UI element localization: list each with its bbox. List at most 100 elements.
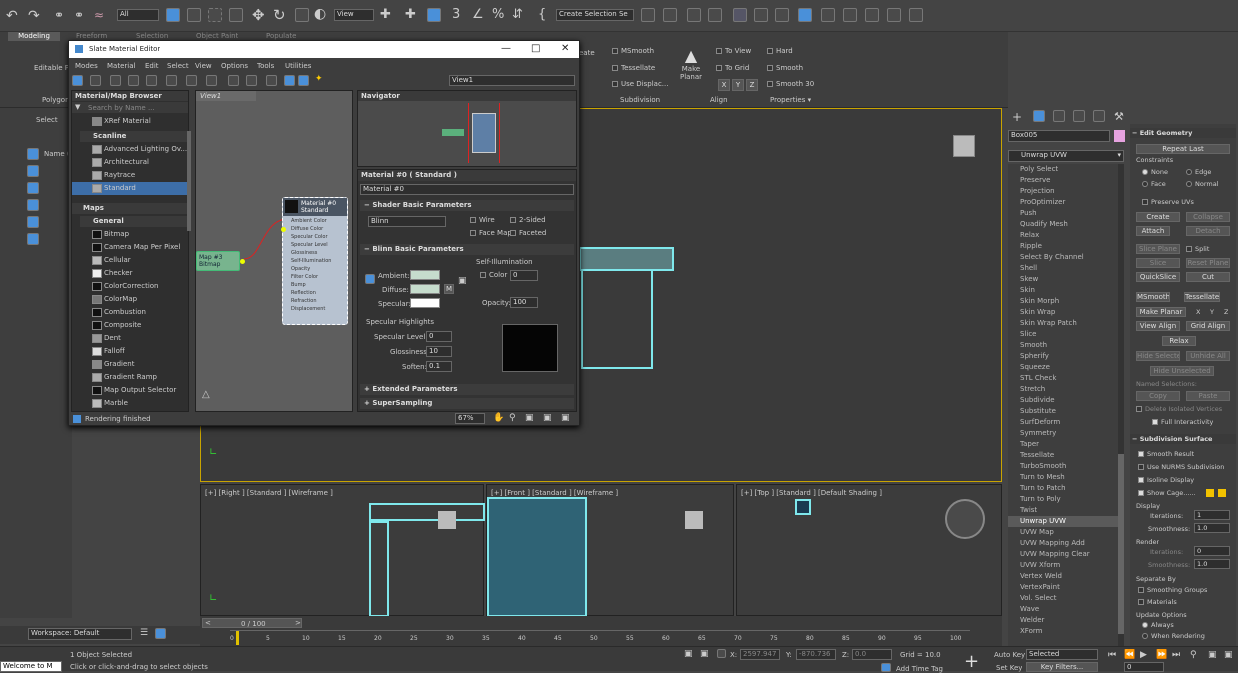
zoom-dropdown[interactable]: 67% bbox=[455, 413, 485, 424]
list-item[interactable]: Skin Wrap Patch bbox=[1008, 318, 1118, 329]
slate-bg-icon[interactable] bbox=[228, 75, 239, 86]
to-view-button[interactable]: To View bbox=[716, 47, 751, 55]
list-item[interactable]: Bitmap bbox=[72, 228, 188, 241]
menu-select[interactable]: Select bbox=[167, 62, 189, 70]
list-item[interactable]: Twist bbox=[1008, 505, 1118, 516]
render-iterations-value[interactable]: 0 bbox=[1194, 546, 1230, 556]
to-grid-button[interactable]: To Grid bbox=[716, 64, 749, 72]
list-item[interactable]: Poly Select bbox=[1008, 164, 1118, 175]
slate-params-icon[interactable]: ✦ bbox=[315, 74, 323, 84]
modifier-list-scrollbar[interactable] bbox=[1118, 164, 1124, 646]
two-sided-checkbox[interactable]: 2-Sided bbox=[510, 216, 546, 224]
self-illum-color-checkbox[interactable]: Color bbox=[480, 271, 507, 279]
orbit-icon[interactable]: ▣ bbox=[1208, 650, 1217, 660]
slate-pick-icon[interactable] bbox=[90, 75, 101, 86]
auto-key-button[interactable]: Auto Key bbox=[994, 651, 1025, 659]
faceted-checkbox[interactable]: Faceted bbox=[510, 229, 546, 237]
browser-scrollbar[interactable] bbox=[187, 131, 191, 231]
lock-icon[interactable]: △ bbox=[202, 389, 210, 400]
ref-coord-dropdown[interactable]: View bbox=[334, 9, 374, 21]
play-icon[interactable]: ▶ bbox=[1140, 650, 1147, 660]
front-viewcube-icon[interactable] bbox=[685, 511, 703, 529]
list-item[interactable]: Substitute bbox=[1008, 406, 1118, 417]
list-item[interactable]: VertexPaint bbox=[1008, 582, 1118, 593]
iterations-value[interactable]: 1 bbox=[1194, 510, 1230, 520]
selection-set-dropdown[interactable]: Selected bbox=[1026, 649, 1098, 660]
menu-utilities[interactable]: Utilities bbox=[285, 62, 311, 70]
display-tab-icon[interactable] bbox=[1093, 110, 1105, 122]
shader-dropdown[interactable]: Blinn bbox=[368, 216, 446, 227]
menu-edit[interactable]: Edit bbox=[145, 62, 159, 70]
rect-selection-icon[interactable] bbox=[208, 8, 222, 22]
node-slot[interactable]: Bump bbox=[283, 282, 347, 290]
list-item[interactable]: Vol. Select bbox=[1008, 593, 1118, 604]
when-rendering-radio[interactable]: When Rendering bbox=[1142, 632, 1205, 640]
render-setup-icon[interactable] bbox=[821, 8, 835, 22]
toggle-ribbon-icon[interactable] bbox=[733, 8, 747, 22]
render-cloud-icon[interactable] bbox=[887, 8, 901, 22]
repeat-last-button[interactable]: Repeat Last bbox=[1136, 144, 1230, 154]
redo-icon[interactable]: ↷ bbox=[28, 8, 40, 24]
edit-named-sets-icon[interactable]: { bbox=[538, 7, 546, 22]
reset-plane-button[interactable]: Reset Plane bbox=[1186, 258, 1230, 268]
list-item[interactable]: Combustion bbox=[72, 306, 188, 319]
grid-align-button[interactable]: Grid Align bbox=[1186, 321, 1230, 331]
list-item[interactable]: Skin Wrap bbox=[1008, 307, 1118, 318]
editable-poly-label[interactable]: Editable P bbox=[34, 64, 69, 72]
node-slot[interactable]: Reflection bbox=[283, 290, 347, 298]
percent-snap-icon[interactable]: % bbox=[492, 7, 504, 22]
wire-checkbox[interactable]: Wire bbox=[470, 216, 495, 224]
list-item[interactable]: Welder bbox=[1008, 615, 1118, 626]
opacity-value[interactable]: 100 bbox=[510, 297, 538, 308]
viewport-right-label[interactable]: [+] [Right ] [Standard ] [Wireframe ] bbox=[205, 489, 333, 497]
list-item[interactable]: Vertex Weld bbox=[1008, 571, 1118, 582]
slate-put-icon[interactable] bbox=[110, 75, 121, 86]
zoom-extents-icon[interactable]: ▣ bbox=[543, 413, 552, 423]
node-slot[interactable]: Diffuse Color bbox=[283, 226, 347, 234]
bitmap-node[interactable]: Map #3 Bitmap bbox=[196, 251, 240, 271]
goto-start-icon[interactable]: ⏮ bbox=[1108, 650, 1116, 660]
copy-button[interactable]: Copy bbox=[1136, 391, 1180, 401]
constraint-edge-radio[interactable]: Edge bbox=[1186, 168, 1211, 176]
list-item[interactable]: Squeeze bbox=[1008, 362, 1118, 373]
toggle-layer-explorer-icon[interactable] bbox=[708, 8, 722, 22]
materials-checkbox[interactable]: Materials bbox=[1138, 598, 1177, 606]
list-item[interactable]: Spherify bbox=[1008, 351, 1118, 362]
pan-view-icon[interactable]: ⚲ bbox=[1190, 650, 1197, 660]
align-z-button[interactable]: Z bbox=[746, 79, 758, 91]
display-lights-icon[interactable] bbox=[27, 199, 39, 211]
list-item[interactable]: Turn to Patch bbox=[1008, 483, 1118, 494]
node-slot[interactable]: Specular Level bbox=[283, 242, 347, 250]
list-item[interactable]: Wave bbox=[1008, 604, 1118, 615]
scanline-group[interactable]: Scanline bbox=[80, 131, 188, 142]
supersampling-rollout[interactable]: + SuperSampling bbox=[360, 398, 574, 409]
make-planar-geo-button[interactable]: Make Planar bbox=[1136, 307, 1186, 317]
slice-button[interactable]: Slice bbox=[1136, 258, 1180, 268]
list-item[interactable]: Gradient Ramp bbox=[72, 371, 188, 384]
node-slot[interactable]: Refraction bbox=[283, 298, 347, 306]
constraint-normal-radio[interactable]: Normal bbox=[1186, 180, 1219, 188]
list-item[interactable]: ProOptimizer bbox=[1008, 197, 1118, 208]
smooth30-button[interactable]: Smooth 30 bbox=[767, 80, 814, 88]
menu-material[interactable]: Material bbox=[107, 62, 135, 70]
slice-plane-button[interactable]: Slice Plane bbox=[1136, 244, 1180, 254]
constraint-none-radio[interactable]: None bbox=[1142, 168, 1168, 176]
attach-button[interactable]: Attach bbox=[1136, 226, 1170, 236]
polygon-modeling-label[interactable]: Polygon bbox=[42, 96, 70, 104]
preserve-uvs-checkbox[interactable]: Preserve UVs bbox=[1142, 198, 1194, 206]
list-item[interactable]: Falloff bbox=[72, 345, 188, 358]
list-item[interactable]: Tessellate bbox=[1008, 450, 1118, 461]
list-item[interactable]: UVW Mapping Add bbox=[1008, 538, 1118, 549]
display-geometry-icon[interactable] bbox=[27, 165, 39, 177]
list-item[interactable]: ColorCorrection bbox=[72, 280, 188, 293]
ambient-color-swatch[interactable] bbox=[410, 270, 440, 280]
list-item[interactable]: Turn to Poly bbox=[1008, 494, 1118, 505]
list-item[interactable]: Architectural bbox=[72, 156, 188, 169]
list-item[interactable]: Turn to Mesh bbox=[1008, 472, 1118, 483]
slate-show-map-icon[interactable] bbox=[206, 75, 217, 86]
browser-search-input[interactable]: Search by Name ... bbox=[88, 104, 155, 112]
zoom-extents-selected-icon[interactable]: ▣ bbox=[561, 413, 570, 423]
list-item[interactable]: Skin Morph bbox=[1008, 296, 1118, 307]
motion-tab-icon[interactable] bbox=[1073, 110, 1085, 122]
node-slot[interactable]: Specular Color bbox=[283, 234, 347, 242]
